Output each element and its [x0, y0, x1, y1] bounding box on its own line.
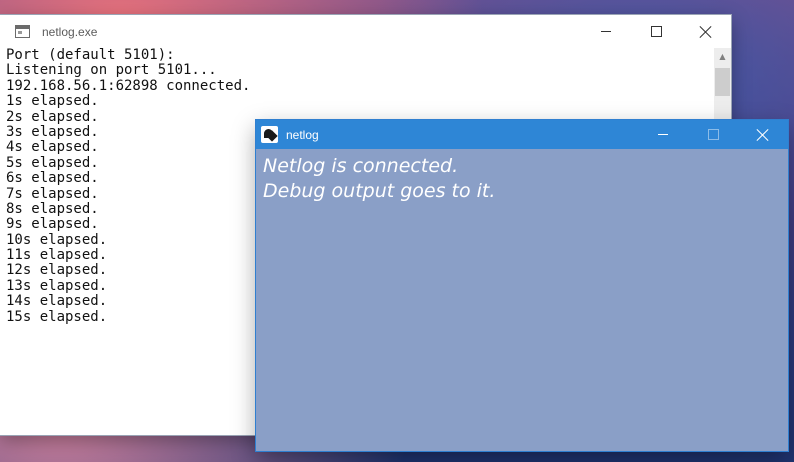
console-window-controls — [581, 15, 731, 48]
console-scroll-thumb[interactable] — [715, 68, 730, 96]
scroll-up-arrow-icon[interactable]: ▲ — [714, 48, 731, 65]
console-titlebar[interactable]: netlog.exe — [0, 15, 731, 48]
netlog-message-line: Netlog is connected. — [263, 155, 459, 177]
console-line: Port (default 5101): — [6, 48, 175, 63]
close-icon — [757, 129, 769, 141]
netlog-minimize-button[interactable] — [638, 120, 688, 149]
console-line: 192.168.56.1:62898 connected. — [6, 77, 251, 94]
close-icon — [700, 26, 712, 38]
netlog-window-title: netlog — [286, 127, 319, 142]
console-window-icon[interactable] — [15, 25, 30, 38]
netlog-close-button[interactable] — [738, 120, 788, 149]
console-window-title: netlog.exe — [42, 24, 98, 39]
maximize-icon — [707, 129, 719, 140]
minimize-icon — [658, 134, 668, 135]
netlog-message-area: Netlog is connected. Debug output goes t… — [256, 149, 788, 204]
netlog-app-icon[interactable] — [261, 126, 278, 143]
console-close-button[interactable] — [681, 15, 731, 48]
netlog-window[interactable]: netlog Netlog is connected. Debug output… — [256, 120, 788, 451]
minimize-icon — [601, 31, 611, 32]
console-maximize-button[interactable] — [631, 15, 681, 48]
netlog-window-controls — [638, 120, 788, 149]
console-minimize-button[interactable] — [581, 15, 631, 48]
netlog-maximize-button[interactable] — [688, 120, 738, 149]
netlog-message-line: Debug output goes to it. — [263, 180, 496, 202]
console-line: 1s elapsed. — [6, 93, 99, 110]
netlog-titlebar[interactable]: netlog — [256, 120, 788, 149]
maximize-icon — [650, 26, 662, 37]
console-line: Listening on port 5101... — [6, 62, 217, 79]
